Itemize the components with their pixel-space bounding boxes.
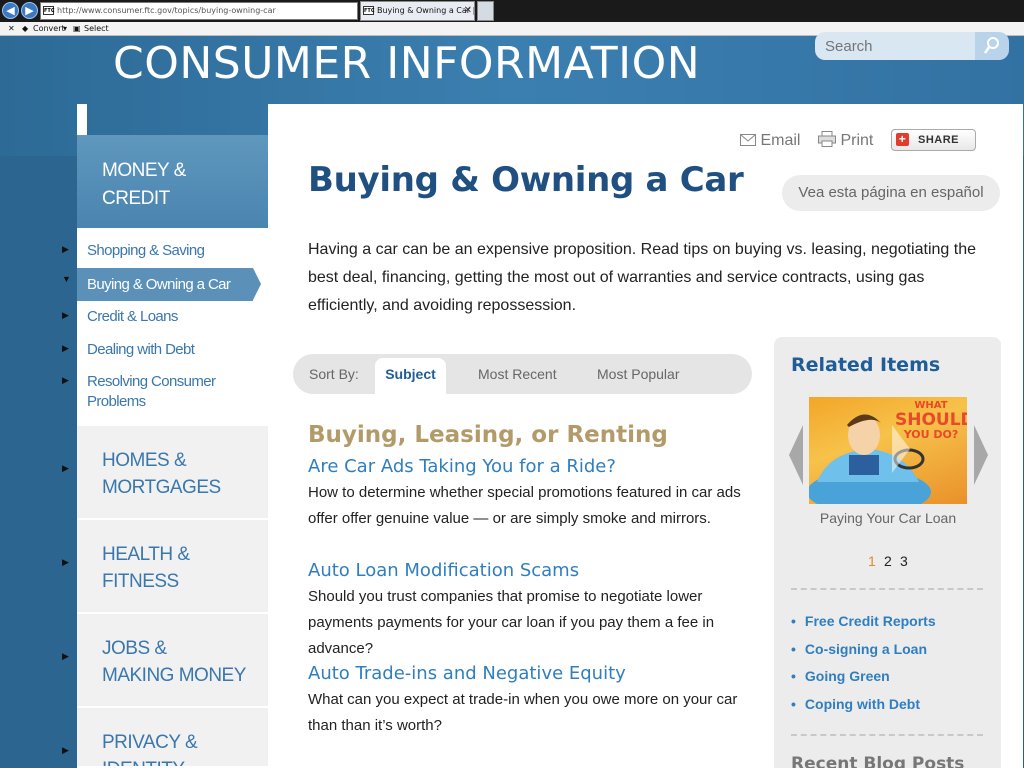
category-label: IDENTITY bbox=[102, 756, 268, 766]
browser-chrome: ◀ ▶ FTC http://www.consumer.ftc.gov/topi… bbox=[0, 0, 1024, 22]
related-items-title: Related Items bbox=[791, 354, 941, 376]
spanish-version-button[interactable]: Vea esta página en español bbox=[782, 175, 1000, 211]
print-link[interactable]: Print bbox=[818, 130, 873, 152]
email-link[interactable]: Email bbox=[740, 130, 800, 152]
toolbar-close-icon[interactable]: ✕ bbox=[8, 22, 15, 36]
search-button[interactable] bbox=[975, 32, 1009, 60]
page-title: Buying & Owning a Car bbox=[308, 160, 744, 200]
related-link[interactable]: Co-signing a Loan bbox=[791, 641, 927, 657]
sidebar-item-shopping-saving[interactable]: Shopping & Saving bbox=[87, 241, 205, 261]
article-title-link[interactable]: Auto Loan Modification Scams bbox=[308, 560, 579, 581]
search-icon bbox=[984, 37, 999, 54]
category-label: HEALTH & bbox=[102, 544, 190, 565]
search-input[interactable] bbox=[815, 32, 975, 60]
convert-dropdown-icon[interactable]: ▾ bbox=[63, 22, 67, 36]
sort-tab-most-popular[interactable]: Most Popular bbox=[597, 366, 679, 382]
address-bar[interactable]: FTC http://www.consumer.ftc.gov/topics/b… bbox=[40, 2, 358, 20]
divider bbox=[791, 734, 983, 736]
article-title-link[interactable]: Auto Trade-ins and Negative Equity bbox=[308, 663, 626, 684]
expand-arrow-icon[interactable]: ▶ bbox=[62, 745, 69, 756]
carousel-page-1[interactable]: 1 bbox=[868, 553, 876, 569]
expanded-arrow-icon[interactable]: ▼ bbox=[62, 274, 71, 284]
expand-arrow-icon[interactable]: ▶ bbox=[62, 557, 69, 568]
category-jobs-money[interactable]: JOBS & MAKING MONEY bbox=[77, 614, 268, 708]
expand-arrow-icon[interactable]: ▶ bbox=[62, 244, 69, 255]
image-text: SHOULD bbox=[895, 409, 967, 430]
carousel-page-3[interactable]: 3 bbox=[900, 553, 908, 569]
sidebar-item-resolving-problems[interactable]: Resolving Consumer Problems bbox=[87, 372, 257, 412]
expand-arrow-icon[interactable]: ▶ bbox=[62, 343, 69, 354]
sort-tab-subject[interactable]: Subject bbox=[375, 358, 446, 394]
article-description: How to determine whether special promoti… bbox=[308, 484, 741, 527]
share-plus-icon: + bbox=[896, 133, 909, 146]
print-label: Print bbox=[840, 132, 874, 149]
expand-arrow-icon[interactable]: ▶ bbox=[62, 651, 69, 662]
sort-label: Sort By: bbox=[309, 366, 359, 382]
category-label: CREDIT bbox=[102, 188, 170, 209]
convert-icon: ◆ bbox=[22, 24, 29, 33]
category-label: PRIVACY & bbox=[102, 732, 198, 753]
email-icon bbox=[740, 134, 756, 146]
browser-tab[interactable]: FTC Buying & Owning a Car | C... ✕ bbox=[360, 1, 475, 21]
related-item-caption[interactable]: Paying Your Car Loan bbox=[809, 510, 967, 526]
subcategory-list: Shopping & Saving Buying & Owning a Car … bbox=[77, 228, 268, 426]
expand-arrow-icon[interactable]: ▶ bbox=[62, 463, 69, 474]
category-label: MORTGAGES bbox=[102, 477, 221, 498]
expand-arrow-icon[interactable]: ▶ bbox=[62, 310, 69, 321]
site-favicon: FTC bbox=[43, 6, 55, 15]
sidebar-item-credit-loans[interactable]: Credit & Loans bbox=[87, 307, 178, 327]
carousel-prev-icon[interactable] bbox=[789, 425, 803, 485]
sidebar-background bbox=[0, 156, 87, 768]
image-caption-art: WHAT SHOULD YOU DO? bbox=[895, 400, 967, 442]
site-title[interactable]: CONSUMER INFORMATION bbox=[113, 38, 700, 89]
category-health-fitness[interactable]: HEALTH & FITNESS bbox=[77, 520, 268, 614]
divider bbox=[791, 588, 983, 590]
related-link[interactable]: Coping with Debt bbox=[791, 696, 920, 712]
related-item-image[interactable]: WHAT SHOULD YOU DO? bbox=[809, 397, 967, 504]
sidebar-item-buying-owning-car[interactable]: Buying & Owning a Car bbox=[77, 268, 261, 301]
recent-blog-posts-title: Recent Blog Posts bbox=[791, 754, 965, 768]
related-link[interactable]: Going Green bbox=[791, 668, 890, 684]
email-label: Email bbox=[760, 132, 801, 149]
image-text: YOU DO? bbox=[903, 428, 959, 442]
category-label: MAKING MONEY bbox=[102, 665, 246, 686]
tab-favicon: FTC bbox=[363, 6, 375, 15]
forward-icon[interactable]: ▶ bbox=[21, 2, 38, 19]
article-description: What can you expect at trade-in when you… bbox=[308, 691, 738, 734]
sort-bar: Sort By: Subject Most Recent Most Popula… bbox=[293, 354, 752, 394]
new-tab-button[interactable] bbox=[477, 1, 494, 21]
carousel-page-2[interactable]: 2 bbox=[884, 553, 892, 569]
tab-title: Buying & Owning a Car | C... bbox=[377, 6, 474, 15]
convert-button[interactable]: Convert bbox=[33, 22, 65, 36]
article-title-link[interactable]: Are Car Ads Taking You for a Ride? bbox=[308, 456, 616, 477]
category-label: FITNESS bbox=[102, 571, 179, 592]
category-money-credit[interactable]: MONEY & CREDIT bbox=[77, 135, 268, 228]
share-button[interactable]: + SHARE bbox=[891, 129, 976, 151]
sidebar-item-dealing-debt[interactable]: Dealing with Debt bbox=[87, 340, 195, 360]
category-label: HOMES & bbox=[102, 450, 187, 471]
category-privacy-identity[interactable]: PRIVACY & IDENTITY bbox=[77, 708, 268, 768]
related-link[interactable]: Free Credit Reports bbox=[791, 613, 936, 629]
category-label: MONEY & bbox=[102, 160, 186, 181]
sort-tab-most-recent[interactable]: Most Recent bbox=[478, 366, 557, 382]
category-label: JOBS & bbox=[102, 638, 167, 659]
tab-close-icon[interactable]: ✕ bbox=[464, 2, 472, 20]
carousel-next-icon[interactable] bbox=[974, 425, 988, 485]
select-icon: ▣ bbox=[73, 24, 81, 33]
select-button[interactable]: Select bbox=[84, 22, 109, 36]
print-icon bbox=[818, 131, 836, 147]
share-label: SHARE bbox=[918, 134, 960, 146]
article-description: Should you trust companies that promise … bbox=[308, 588, 715, 657]
back-icon[interactable]: ◀ bbox=[2, 2, 19, 19]
section-title: Buying, Leasing, or Renting bbox=[308, 422, 668, 448]
intro-text: Having a car can be an expensive proposi… bbox=[308, 241, 976, 314]
expand-arrow-icon[interactable]: ▶ bbox=[62, 375, 69, 386]
address-url: http://www.consumer.ftc.gov/topics/buyin… bbox=[57, 6, 276, 15]
category-homes-mortgages[interactable]: HOMES & MORTGAGES bbox=[77, 426, 268, 520]
